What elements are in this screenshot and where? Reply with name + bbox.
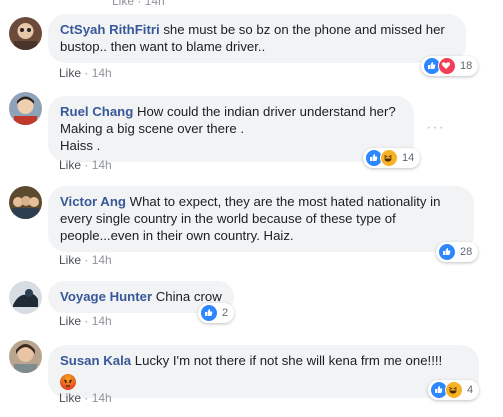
avatar[interactable] — [9, 92, 42, 125]
comment-bubble: Victor Ang What to expect, they are the … — [48, 186, 474, 252]
comment-meta: Like · 14h — [59, 158, 112, 172]
timestamp[interactable]: 14h — [92, 253, 112, 267]
reaction-count: 14 — [402, 152, 415, 164]
love-reaction-icon — [438, 57, 456, 75]
timestamp[interactable]: 14h — [92, 158, 112, 172]
reaction-count: 18 — [460, 60, 473, 72]
like-link[interactable]: Like — [59, 158, 81, 172]
angry-face-emoji-icon — [60, 373, 76, 390]
comment-author[interactable]: CtSyah RithFitri — [60, 22, 160, 37]
like-link[interactable]: Like — [59, 314, 81, 328]
reaction-count: 4 — [467, 384, 474, 396]
comment-bubble: Susan Kala Lucky I'm not there if not sh… — [48, 345, 479, 398]
comment-text: Lucky I'm not there if not she will kena… — [134, 353, 443, 368]
reactions-summary[interactable]: 2 — [198, 303, 235, 323]
reactions-summary[interactable]: 28 — [436, 242, 479, 262]
comment-author[interactable]: Voyage Hunter — [60, 289, 152, 304]
comment-bubble: Ruel Chang How could the indian driver u… — [48, 96, 414, 162]
comment-meta: Like · 14h — [59, 391, 112, 405]
like-link[interactable]: Like — [59, 253, 81, 267]
avatar[interactable] — [9, 186, 42, 219]
haha-reaction-icon — [380, 149, 398, 167]
reactions-summary[interactable]: 18 — [421, 56, 479, 76]
more-options-icon[interactable]: ··· — [426, 119, 445, 137]
comment-meta: Like · 14h — [59, 314, 112, 328]
comment-meta: Like · 14h — [59, 66, 112, 80]
avatar[interactable] — [9, 281, 42, 314]
comment-author[interactable]: Victor Ang — [60, 194, 126, 209]
like-link[interactable]: Like — [59, 391, 81, 405]
like-reaction-icon — [438, 243, 456, 261]
avatar[interactable] — [9, 340, 42, 373]
haha-reaction-icon — [445, 381, 463, 399]
avatar[interactable] — [9, 17, 42, 50]
comment-author[interactable]: Susan Kala — [60, 353, 131, 368]
timestamp[interactable]: 14h — [92, 66, 112, 80]
like-link[interactable]: Like — [59, 66, 81, 80]
like-reaction-icon — [200, 304, 218, 322]
reaction-count: 28 — [460, 246, 473, 258]
comment-bubble: CtSyah RithFitri she must be so bz on th… — [48, 14, 466, 63]
timestamp[interactable]: 14h — [92, 314, 112, 328]
reaction-count: 2 — [222, 307, 229, 319]
reactions-summary[interactable]: 14 — [363, 148, 421, 168]
timestamp[interactable]: 14h — [92, 391, 112, 405]
comment-meta: Like · 14h — [59, 253, 112, 267]
comment-author[interactable]: Ruel Chang — [60, 104, 133, 119]
clipped-meta: Like · 14h — [112, 0, 165, 8]
reactions-summary[interactable]: 4 — [428, 380, 480, 400]
comment-text: China crow — [155, 289, 222, 304]
